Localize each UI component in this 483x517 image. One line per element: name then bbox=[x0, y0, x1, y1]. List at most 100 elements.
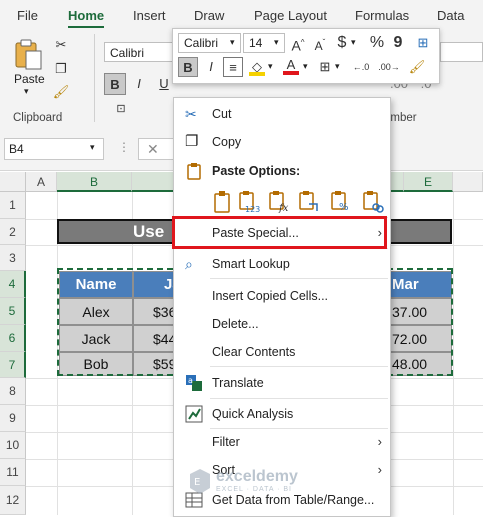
paste-option-paste-icon[interactable] bbox=[212, 190, 234, 214]
column-header-f[interactable] bbox=[453, 172, 483, 192]
menu-item-label: Translate bbox=[212, 376, 264, 390]
paste-icon[interactable] bbox=[12, 38, 46, 72]
row-header-1[interactable]: 1 bbox=[0, 192, 26, 219]
chevron-down-icon[interactable]: ▾ bbox=[230, 37, 235, 48]
svg-text:123: 123 bbox=[245, 205, 260, 214]
decrease-decimal-icon[interactable]: .00→ bbox=[377, 57, 401, 77]
grid-line bbox=[453, 192, 454, 515]
formula-cancel-area[interactable]: ✕ bbox=[138, 138, 178, 160]
decrease-font-icon[interactable]: Aˇ bbox=[310, 33, 330, 53]
increase-font-icon[interactable]: A^ bbox=[288, 33, 308, 54]
name-box[interactable]: B4 bbox=[4, 138, 104, 160]
paste-option-formatting-icon[interactable]: % bbox=[330, 190, 352, 214]
row-header-11[interactable]: 11 bbox=[0, 459, 26, 486]
row-header-3[interactable]: 3 bbox=[0, 245, 26, 271]
row-header-5[interactable]: 5 bbox=[0, 298, 26, 325]
chevron-down-icon[interactable]: ▾ bbox=[303, 61, 308, 72]
tab-formulas[interactable]: Formulas bbox=[355, 8, 409, 23]
tab-file[interactable]: File bbox=[17, 8, 38, 23]
paste-option-transpose-icon[interactable] bbox=[298, 190, 320, 214]
percent-button[interactable]: % bbox=[367, 33, 387, 53]
menu-item-filter[interactable]: Filter › bbox=[174, 430, 390, 454]
mini-bold-button[interactable]: B bbox=[178, 57, 198, 77]
tab-insert[interactable]: Insert bbox=[133, 8, 166, 23]
menu-item-insert-copied-cells[interactable]: Insert Copied Cells... bbox=[174, 284, 390, 308]
menu-item-label: Insert Copied Cells... bbox=[212, 289, 329, 303]
borders-icon[interactable]: ⊞ bbox=[315, 57, 335, 77]
watermark: E exceldemy EXCEL · DATA · BI bbox=[186, 468, 366, 496]
tab-page-layout[interactable]: Page Layout bbox=[254, 8, 327, 23]
menu-item-label: Copy bbox=[212, 135, 242, 149]
column-header-e[interactable]: E bbox=[404, 172, 453, 192]
chevron-down-icon[interactable]: ▾ bbox=[90, 142, 95, 153]
menu-item-label: Filter bbox=[212, 435, 240, 449]
menu-item-delete[interactable]: Delete... bbox=[174, 312, 390, 336]
row-header-8[interactable]: 8 bbox=[0, 378, 26, 405]
watermark-tagline: EXCEL · DATA · BI bbox=[216, 486, 292, 493]
font-name-box[interactable]: Calibri bbox=[104, 42, 174, 62]
format-painter-icon[interactable]: 🖌 bbox=[407, 57, 427, 77]
italic-button[interactable]: I bbox=[128, 73, 150, 95]
menu-item-copy[interactable]: ❐ Copy bbox=[174, 130, 390, 154]
merge-center-icon[interactable]: ⊞ bbox=[413, 33, 433, 53]
expand-icon[interactable]: ⊡ bbox=[110, 98, 132, 120]
row-header-12[interactable]: 12 bbox=[0, 486, 26, 515]
row-header-10[interactable]: 10 bbox=[0, 432, 26, 459]
chevron-down-icon[interactable]: ▾ bbox=[268, 61, 273, 72]
bold-button[interactable]: B bbox=[104, 73, 126, 95]
cancel-icon[interactable]: ✕ bbox=[147, 141, 159, 158]
menu-item-label: Clear Contents bbox=[212, 345, 296, 359]
tab-home[interactable]: Home bbox=[68, 8, 105, 29]
tab-data[interactable]: Data bbox=[437, 8, 464, 23]
group-divider bbox=[94, 34, 95, 122]
column-header-a[interactable]: A bbox=[26, 172, 57, 192]
increase-decimal-icon[interactable]: ←.0 bbox=[349, 57, 373, 77]
row-header-9[interactable]: 9 bbox=[0, 405, 26, 432]
ribbon-tab-bar: File Home Insert Draw Page Layout Formul… bbox=[0, 0, 483, 29]
context-menu: ✂ Cut ❐ Copy Paste Options: Paste Specia… bbox=[173, 97, 391, 517]
paste-special-highlight bbox=[172, 216, 387, 249]
paste-option-values-icon[interactable]: 123 bbox=[238, 190, 260, 214]
menu-item-smart-lookup[interactable]: ⌕ Smart Lookup bbox=[174, 252, 390, 276]
fill-color-icon[interactable]: ◇ bbox=[247, 57, 267, 77]
copy-icon: ❐ bbox=[185, 133, 199, 150]
format-painter-icon[interactable]: 🖌 bbox=[50, 81, 72, 103]
translate-icon: a bbox=[185, 374, 203, 392]
row-header-2[interactable]: 2 bbox=[0, 219, 26, 245]
paste-options-header: Paste Options: bbox=[174, 159, 390, 183]
menu-item-cut[interactable]: ✂ Cut bbox=[174, 102, 390, 126]
column-header-c[interactable] bbox=[132, 172, 174, 192]
copy-icon[interactable]: ❐ bbox=[50, 58, 72, 80]
svg-text:fx: fx bbox=[278, 203, 289, 214]
align-center-icon[interactable]: ≡ bbox=[223, 57, 243, 77]
row-header-4[interactable]: 4 bbox=[0, 271, 26, 298]
paste-option-formulas-icon[interactable]: fx bbox=[268, 190, 290, 214]
menu-item-quick-analysis[interactable]: Quick Analysis bbox=[174, 402, 390, 426]
svg-text:a: a bbox=[188, 376, 193, 385]
number-format-box[interactable] bbox=[440, 42, 483, 62]
column-header-d[interactable] bbox=[389, 172, 404, 192]
watermark-brand: exceldemy bbox=[216, 468, 298, 485]
paste-label[interactable]: Paste bbox=[14, 72, 45, 86]
select-all-corner[interactable] bbox=[0, 172, 26, 192]
menu-item-label: Paste Options: bbox=[212, 164, 301, 178]
chevron-right-icon: › bbox=[377, 434, 382, 449]
chevron-down-icon[interactable]: ▾ bbox=[351, 37, 356, 48]
comma-style-button[interactable]: 9 bbox=[391, 33, 405, 53]
currency-button[interactable]: $ bbox=[333, 33, 351, 53]
menu-item-label: Quick Analysis bbox=[212, 407, 294, 421]
chevron-down-icon[interactable]: ▾ bbox=[335, 61, 340, 72]
cut-icon[interactable]: ✂ bbox=[50, 34, 72, 56]
row-header-6[interactable]: 6 bbox=[0, 325, 26, 352]
chevron-down-icon[interactable]: ▾ bbox=[24, 86, 29, 97]
tab-draw[interactable]: Draw bbox=[194, 8, 224, 23]
mini-italic-button[interactable]: I bbox=[201, 57, 221, 77]
font-color-icon[interactable]: A bbox=[281, 55, 301, 75]
cut-icon: ✂ bbox=[185, 106, 197, 122]
menu-item-translate[interactable]: a Translate bbox=[174, 371, 390, 395]
paste-option-link-icon[interactable] bbox=[362, 190, 384, 214]
column-header-b[interactable]: B bbox=[57, 172, 132, 192]
chevron-down-icon[interactable]: ▾ bbox=[274, 37, 279, 48]
row-header-7[interactable]: 7 bbox=[0, 352, 26, 378]
menu-item-clear-contents[interactable]: Clear Contents bbox=[174, 340, 390, 364]
